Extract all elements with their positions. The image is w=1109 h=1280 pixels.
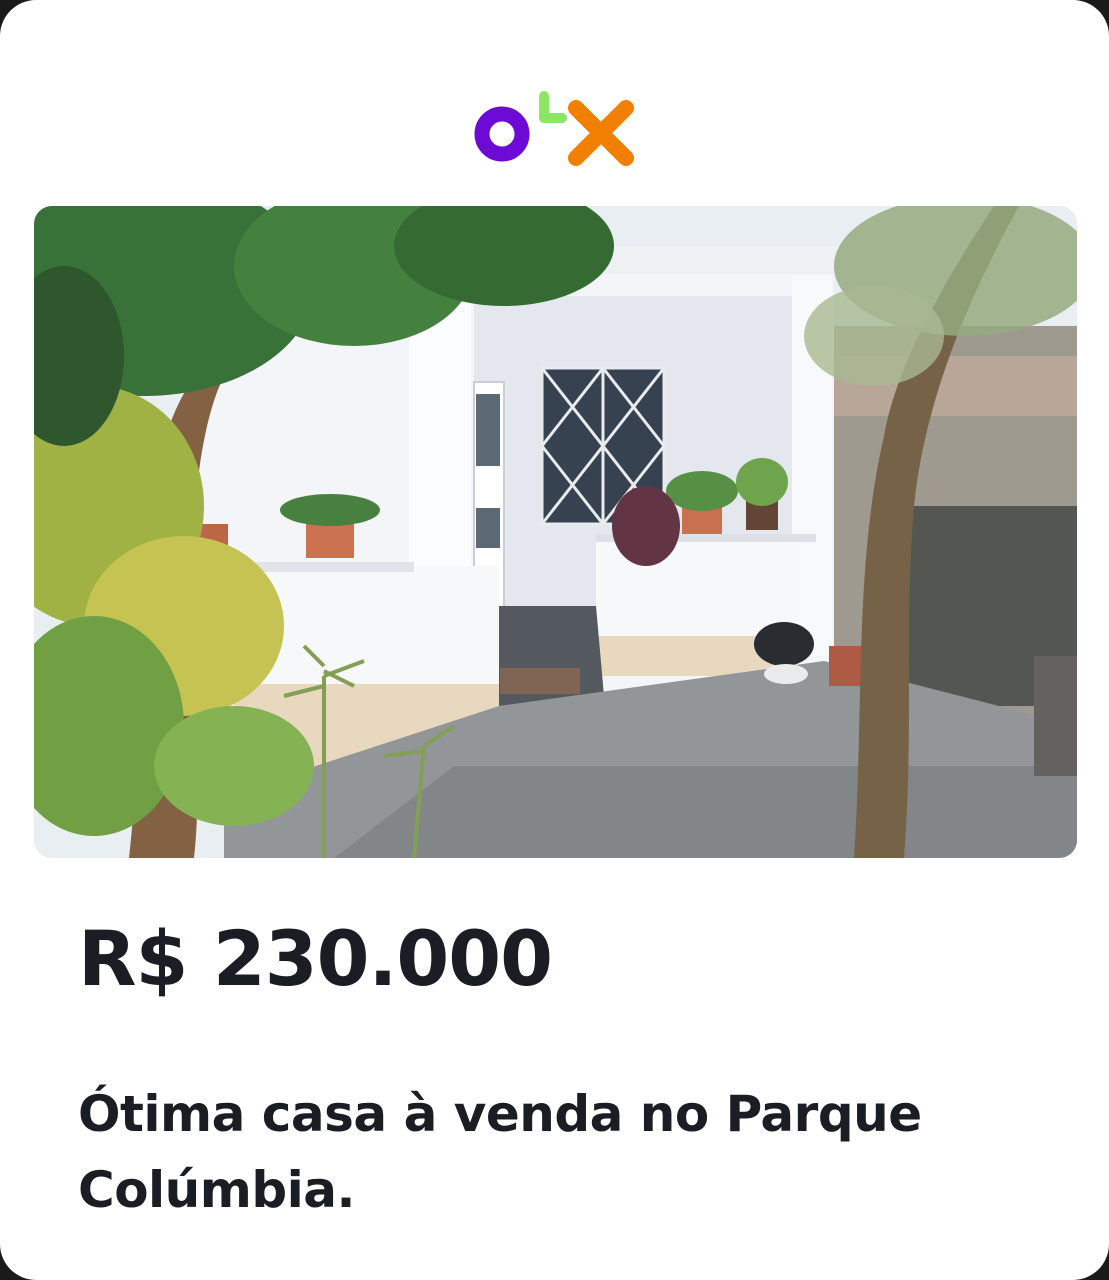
- listing-title: Ótima casa à venda no Parque Colúmbia.: [78, 1085, 922, 1219]
- olx-logo: [474, 88, 638, 170]
- listing-price: R$ 230.000: [78, 914, 553, 1003]
- listing-card[interactable]: R$ 230.000 Ótima casa à venda no Parque …: [0, 0, 1109, 1280]
- listing-photo[interactable]: [34, 206, 1077, 858]
